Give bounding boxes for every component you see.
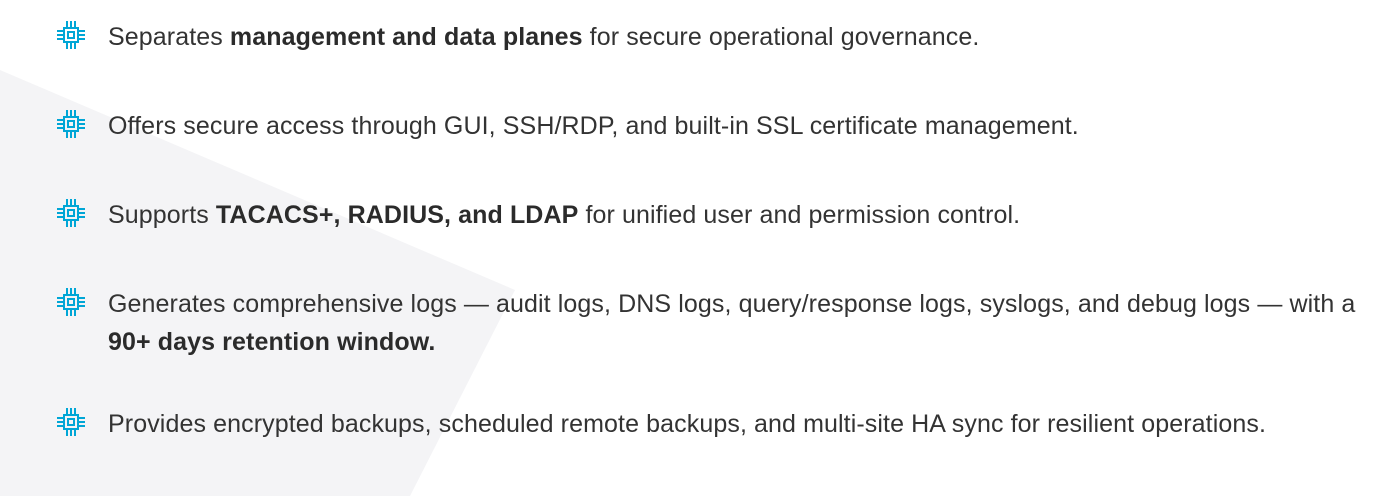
feature-text-pre: Supports [108,201,216,229]
feature-text-pre: Generates comprehensive logs — audit log… [108,290,1356,318]
feature-item: Separates management and data planes for… [56,18,1356,56]
chip-icon [56,20,86,50]
feature-text: Offers secure access through GUI, SSH/RD… [108,107,1079,145]
feature-text-pre: Provides encrypted backups, scheduled re… [108,410,1267,438]
feature-text-pre: Offers secure access through GUI, SSH/RD… [108,112,1079,140]
feature-text-pre: Separates [108,23,230,51]
feature-text-bold: TACACS+, RADIUS, and LDAP [215,201,579,229]
chip-icon [56,198,86,228]
feature-text: Generates comprehensive logs — audit log… [108,285,1356,361]
chip-icon [56,109,86,139]
feature-item: Supports TACACS+, RADIUS, and LDAP for u… [56,196,1356,234]
feature-item: Offers secure access through GUI, SSH/RD… [56,107,1356,145]
feature-item: Provides encrypted backups, scheduled re… [56,405,1356,443]
feature-text-bold: management and data planes [229,23,583,51]
chip-icon [56,407,86,437]
feature-text: Separates management and data planes for… [108,18,979,56]
feature-text-post: for secure operational governance. [582,23,980,51]
feature-text: Provides encrypted backups, scheduled re… [108,405,1356,443]
feature-text-post: for unified user and permission control. [578,201,1021,229]
feature-text-bold: 90+ days retention window. [108,328,436,356]
feature-text: Supports TACACS+, RADIUS, and LDAP for u… [108,196,1020,234]
feature-item: Generates comprehensive logs — audit log… [56,285,1356,361]
chip-icon [56,287,86,317]
